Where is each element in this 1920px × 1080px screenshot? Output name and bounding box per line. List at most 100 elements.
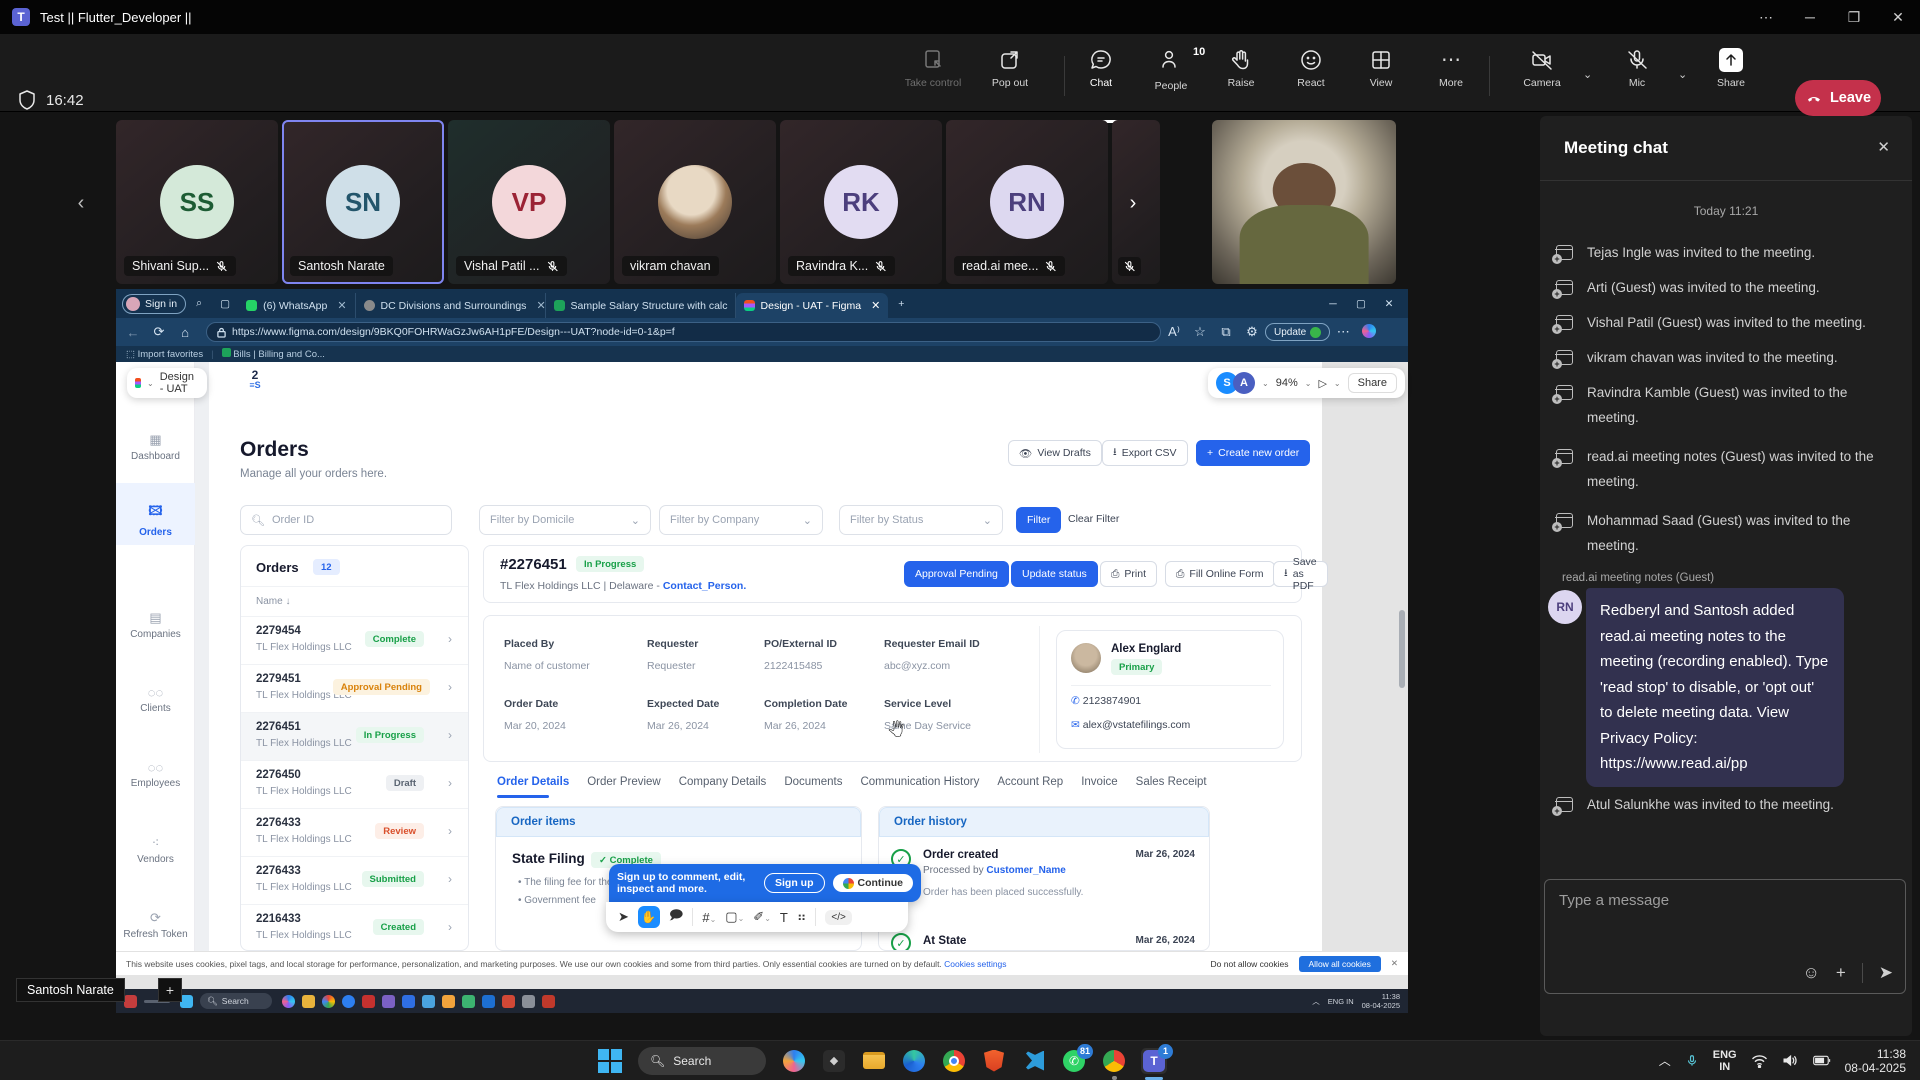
pen-tool-icon[interactable]: ✐⌄: [753, 909, 771, 925]
customer-name-link[interactable]: Customer_Name: [986, 865, 1065, 876]
participant-tile-video[interactable]: vikram chavan: [614, 120, 776, 284]
collections-icon[interactable]: ⧉: [1213, 324, 1239, 340]
language-indicator[interactable]: ENGIN: [1713, 1049, 1737, 1073]
hand-tool-icon[interactable]: ✋: [638, 906, 660, 928]
refresh-icon[interactable]: ⟳: [146, 324, 172, 340]
pop-out-button[interactable]: Pop out: [978, 48, 1042, 89]
copilot-icon[interactable]: [781, 1048, 807, 1074]
order-row[interactable]: 2276450TL Flex Holdings LLC Draft›: [241, 761, 468, 809]
teams-icon[interactable]: T 1: [1141, 1048, 1167, 1074]
tab-order-details[interactable]: Order Details: [497, 776, 569, 788]
emoji-icon[interactable]: ☺: [1802, 963, 1819, 983]
chrome-icon[interactable]: [941, 1048, 967, 1074]
address-bar[interactable]: https://www.figma.com/design/9BKQ0FOHRWa…: [206, 322, 1161, 342]
column-header-name[interactable]: Name ↓: [256, 596, 290, 607]
tab-invoice[interactable]: Invoice: [1081, 776, 1117, 788]
sidebar-item-clients[interactable]: ◌◌Clients: [116, 685, 195, 714]
contact-phone[interactable]: ✆ 2123874901: [1071, 695, 1141, 707]
shape-tool-icon[interactable]: ▢⌄: [725, 909, 744, 925]
fill-online-form-button[interactable]: ⎙ Fill Online Form: [1165, 561, 1275, 587]
order-row[interactable]: 2276433TL Flex Holdings LLC Submitted›: [241, 857, 468, 905]
chat-input-box[interactable]: ☺ + ➤: [1544, 879, 1906, 994]
contact-person-link[interactable]: Contact_Person.: [663, 580, 746, 592]
participant-tile[interactable]: RN read.ai mee...: [946, 120, 1108, 284]
chrome-profile-icon[interactable]: [1101, 1048, 1127, 1074]
camera-button[interactable]: Camera: [1510, 48, 1574, 89]
brave-icon[interactable]: [981, 1048, 1007, 1074]
raise-hand-button[interactable]: Raise: [1209, 48, 1273, 89]
vscode-icon[interactable]: [1021, 1048, 1047, 1074]
order-row-selected[interactable]: 2276451TL Flex Holdings LLC In Progress›: [241, 713, 468, 761]
sidebar-item-orders[interactable]: 🖾Orders: [116, 502, 195, 538]
tiles-scroll-left[interactable]: ‹: [66, 186, 96, 220]
clear-filter-button[interactable]: Clear Filter: [1068, 513, 1119, 525]
tab-documents[interactable]: Documents: [784, 776, 842, 788]
more-button[interactable]: ⋯ More: [1419, 48, 1483, 89]
tiles-scroll-right[interactable]: ›: [1118, 186, 1148, 220]
comment-tool-icon[interactable]: 🗩: [669, 906, 683, 928]
read-aloud-icon[interactable]: A⁾: [1161, 324, 1187, 340]
update-status-button[interactable]: Update status: [1011, 561, 1098, 587]
spotlight-video-tile[interactable]: [1212, 120, 1396, 284]
present-icon[interactable]: ▷: [1318, 377, 1326, 390]
zoom-level[interactable]: 94%: [1276, 377, 1298, 389]
order-row[interactable]: 2276433TL Flex Holdings LLC Review›: [241, 809, 468, 857]
tab-account-rep[interactable]: Account Rep: [997, 776, 1063, 788]
workspaces-icon[interactable]: ⌕: [186, 297, 212, 310]
tab-sales-receipt[interactable]: Sales Receipt: [1136, 776, 1207, 788]
browser-tab-salary-sheet[interactable]: Sample Salary Structure with calc✕: [546, 293, 736, 318]
filter-button[interactable]: Filter: [1016, 507, 1061, 533]
approval-pending-button[interactable]: Approval Pending: [904, 561, 1009, 587]
tab-close-icon[interactable]: ✕: [337, 299, 346, 312]
print-button[interactable]: ⎙ Print: [1100, 561, 1157, 587]
home-icon[interactable]: ⌂: [172, 325, 198, 340]
browser-minimize-icon[interactable]: ─: [1320, 298, 1346, 310]
sidebar-item-companies[interactable]: ▤Companies: [116, 610, 195, 640]
bookmark-bills[interactable]: Bills | Billing and Co...: [222, 348, 325, 360]
allow-cookies-button[interactable]: Allow all cookies: [1299, 956, 1381, 972]
order-row[interactable]: 2216433TL Flex Holdings LLC Created›: [241, 905, 468, 951]
browser-menu-icon[interactable]: ⋯: [1330, 324, 1356, 340]
tab-actions-icon[interactable]: ▢: [212, 298, 238, 310]
start-button[interactable]: [597, 1048, 623, 1074]
browser-tab-dc-divisions[interactable]: DC Divisions and Surroundings✕: [356, 293, 546, 318]
browser-tab-figma-active[interactable]: Design - UAT - Figma✕: [736, 293, 889, 318]
participant-tile[interactable]: SS Shivani Sup...: [116, 120, 278, 284]
frame-tool-icon[interactable]: #⌄: [702, 910, 716, 925]
view-button[interactable]: View: [1349, 48, 1413, 89]
extensions-icon[interactable]: ⚙: [1239, 324, 1265, 340]
new-tab-button[interactable]: +: [888, 298, 914, 310]
contact-email[interactable]: ✉ alex@vstatefilings.com: [1071, 719, 1190, 731]
file-explorer-icon[interactable]: [861, 1048, 887, 1074]
tab-communication-history[interactable]: Communication History: [860, 776, 979, 788]
sidebar-item-dashboard[interactable]: ▦Dashboard: [116, 432, 195, 462]
sidebar-item-refresh-token[interactable]: ⟳Refresh Token: [116, 910, 195, 940]
clock[interactable]: 11:3808-04-2025: [1845, 1047, 1906, 1075]
browser-tab-whatsapp[interactable]: (6) WhatsApp✕: [238, 293, 355, 318]
leave-button[interactable]: Leave: [1795, 80, 1881, 116]
copilot-icon[interactable]: [1356, 324, 1382, 341]
speaker-icon[interactable]: [1782, 1053, 1799, 1068]
order-id-search-input[interactable]: 🔍︎ Order ID: [240, 505, 452, 535]
order-row[interactable]: 2279451TL Flex Holdings LLC Approval Pen…: [241, 665, 468, 713]
chat-close-icon[interactable]: ✕: [1877, 138, 1890, 156]
tab-close-icon[interactable]: ✕: [871, 299, 880, 312]
move-tool-icon[interactable]: ➤: [618, 909, 629, 925]
participant-tile-active-speaker[interactable]: SN Santosh Narate: [282, 120, 444, 284]
filter-status-dropdown[interactable]: Filter by Status⌄: [839, 505, 1003, 535]
app-icon-dark[interactable]: ◆: [821, 1048, 847, 1074]
participant-tile[interactable]: VP Vishal Patil ...: [448, 120, 610, 284]
attach-plus-icon[interactable]: +: [1836, 963, 1846, 983]
filter-company-dropdown[interactable]: Filter by Company⌄: [659, 505, 823, 535]
order-row[interactable]: 2279454TL Flex Holdings LLC Complete›: [241, 617, 468, 665]
tray-mic-icon[interactable]: [1685, 1052, 1699, 1070]
browser-maximize-icon[interactable]: ▢: [1348, 298, 1374, 310]
share-button[interactable]: Share: [1699, 48, 1763, 89]
wifi-icon[interactable]: [1751, 1054, 1768, 1068]
chat-message-input[interactable]: [1559, 892, 1879, 909]
mic-button[interactable]: Mic: [1605, 48, 1669, 89]
back-icon[interactable]: ←: [120, 325, 146, 340]
browser-close-icon[interactable]: ✕: [1376, 298, 1402, 310]
minimize-button[interactable]: ─: [1788, 0, 1832, 34]
figma-file-pill[interactable]: ⌄ Design - UAT: [127, 368, 207, 398]
